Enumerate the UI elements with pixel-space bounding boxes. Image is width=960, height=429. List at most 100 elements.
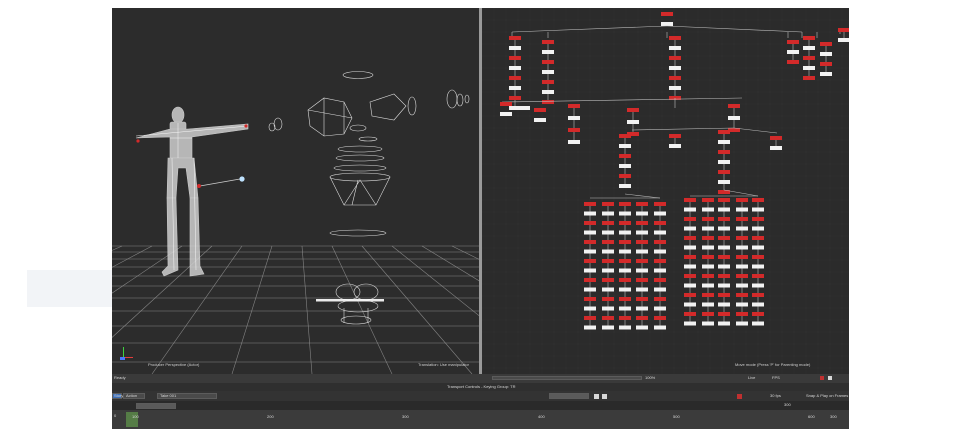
schematic-node[interactable] — [584, 306, 596, 311]
schematic-node[interactable] — [542, 100, 554, 104]
schematic-node[interactable] — [787, 50, 799, 54]
schematic-node[interactable] — [718, 198, 730, 202]
snap-dropdown[interactable]: Snap & Play on Frames — [806, 393, 848, 399]
schematic-node[interactable] — [534, 108, 546, 112]
schematic-node[interactable] — [684, 207, 696, 212]
schematic-node[interactable] — [584, 230, 596, 235]
schematic-node[interactable] — [684, 302, 696, 307]
schematic-node[interactable] — [636, 268, 648, 273]
schematic-node[interactable] — [736, 226, 748, 231]
schematic-node[interactable] — [602, 259, 614, 263]
schematic-node[interactable] — [820, 72, 832, 76]
schematic-node[interactable] — [602, 249, 614, 254]
schematic-node[interactable] — [718, 160, 730, 164]
schematic-node[interactable] — [627, 120, 639, 124]
schematic-node[interactable] — [718, 321, 730, 326]
schematic-node[interactable] — [654, 325, 666, 330]
schematic-node[interactable] — [702, 321, 714, 326]
schematic-node[interactable] — [718, 312, 730, 316]
schematic-node[interactable] — [736, 321, 748, 326]
fps-dropdown[interactable]: 30 fps — [770, 393, 781, 399]
schematic-node[interactable] — [702, 236, 714, 240]
schematic-node[interactable] — [661, 22, 673, 26]
schematic-node[interactable] — [702, 198, 714, 202]
timeline[interactable]: 0 100 200 300 400 500 600 300 — [112, 410, 849, 429]
schematic-node[interactable] — [736, 274, 748, 278]
schematic-node[interactable] — [752, 198, 764, 202]
schematic-node[interactable] — [718, 226, 730, 231]
schematic-node[interactable] — [736, 217, 748, 221]
schematic-node[interactable] — [736, 198, 748, 202]
schematic-node[interactable] — [752, 226, 764, 231]
schematic-node[interactable] — [770, 136, 782, 140]
schematic-node[interactable] — [702, 217, 714, 221]
schematic-node[interactable] — [736, 255, 748, 259]
schematic-node[interactable] — [602, 325, 614, 330]
schematic-node[interactable] — [654, 211, 666, 216]
schematic-node[interactable] — [669, 134, 681, 138]
schematic-node[interactable] — [654, 316, 666, 320]
schematic-node[interactable] — [619, 297, 631, 301]
schematic-node[interactable] — [728, 116, 740, 120]
schematic-node[interactable] — [752, 236, 764, 240]
schematic-node[interactable] — [636, 259, 648, 263]
schematic-node[interactable] — [636, 278, 648, 282]
schematic-node[interactable] — [509, 46, 521, 50]
schematic-node[interactable] — [584, 297, 596, 301]
schematic-node[interactable] — [602, 316, 614, 320]
schematic-node[interactable] — [509, 66, 521, 70]
schematic-node[interactable] — [568, 128, 580, 132]
record-icon[interactable] — [820, 376, 824, 380]
schematic-node[interactable] — [654, 249, 666, 254]
schematic-node[interactable] — [803, 56, 815, 60]
schematic-node[interactable] — [752, 283, 764, 288]
schematic-node[interactable] — [752, 217, 764, 221]
schematic-node[interactable] — [702, 226, 714, 231]
schematic-node[interactable] — [702, 264, 714, 269]
schematic-node[interactable] — [718, 170, 730, 174]
schematic-node[interactable] — [602, 202, 614, 206]
schematic-node[interactable] — [636, 316, 648, 320]
schematic-node[interactable] — [752, 312, 764, 316]
take-selector[interactable]: Take 001 — [157, 393, 217, 399]
zoom-readout[interactable]: 100% — [645, 375, 655, 381]
record-button[interactable] — [737, 394, 742, 399]
schematic-node[interactable] — [718, 180, 730, 184]
schematic-node[interactable] — [736, 312, 748, 316]
schematic-node[interactable] — [684, 264, 696, 269]
schematic-node[interactable] — [654, 202, 666, 206]
play-icon[interactable] — [594, 394, 599, 399]
schematic-node[interactable] — [803, 66, 815, 70]
schematic-node[interactable] — [602, 278, 614, 282]
schematic-node[interactable] — [684, 226, 696, 231]
schematic-node[interactable] — [602, 287, 614, 292]
schematic-node[interactable] — [736, 207, 748, 212]
schematic-node[interactable] — [584, 268, 596, 273]
schematic-node[interactable] — [820, 62, 832, 66]
schematic-node[interactable] — [619, 287, 631, 292]
schematic-node[interactable] — [568, 140, 580, 144]
schematic-node[interactable] — [718, 302, 730, 307]
schematic-node[interactable] — [636, 287, 648, 292]
schematic-node[interactable] — [787, 60, 799, 64]
schematic-node[interactable] — [542, 50, 554, 54]
schematic-node[interactable] — [669, 66, 681, 70]
schematic-node[interactable] — [684, 217, 696, 221]
schematic-node[interactable] — [718, 255, 730, 259]
schematic-node[interactable] — [584, 249, 596, 254]
schematic-node[interactable] — [568, 104, 580, 108]
schematic-node[interactable] — [619, 134, 631, 138]
schematic-node[interactable] — [542, 90, 554, 94]
schematic-node[interactable] — [718, 140, 730, 144]
schematic-node[interactable] — [669, 46, 681, 50]
tab-story[interactable]: Story — [112, 393, 123, 399]
schematic-node[interactable] — [602, 306, 614, 311]
schematic-node[interactable] — [718, 274, 730, 278]
schematic-node[interactable] — [669, 86, 681, 90]
key-icon[interactable] — [828, 376, 832, 380]
schematic-node[interactable] — [636, 211, 648, 216]
schematic-node[interactable] — [636, 230, 648, 235]
schematic-node[interactable] — [654, 259, 666, 263]
schematic-node[interactable] — [752, 302, 764, 307]
schematic-node[interactable] — [584, 287, 596, 292]
